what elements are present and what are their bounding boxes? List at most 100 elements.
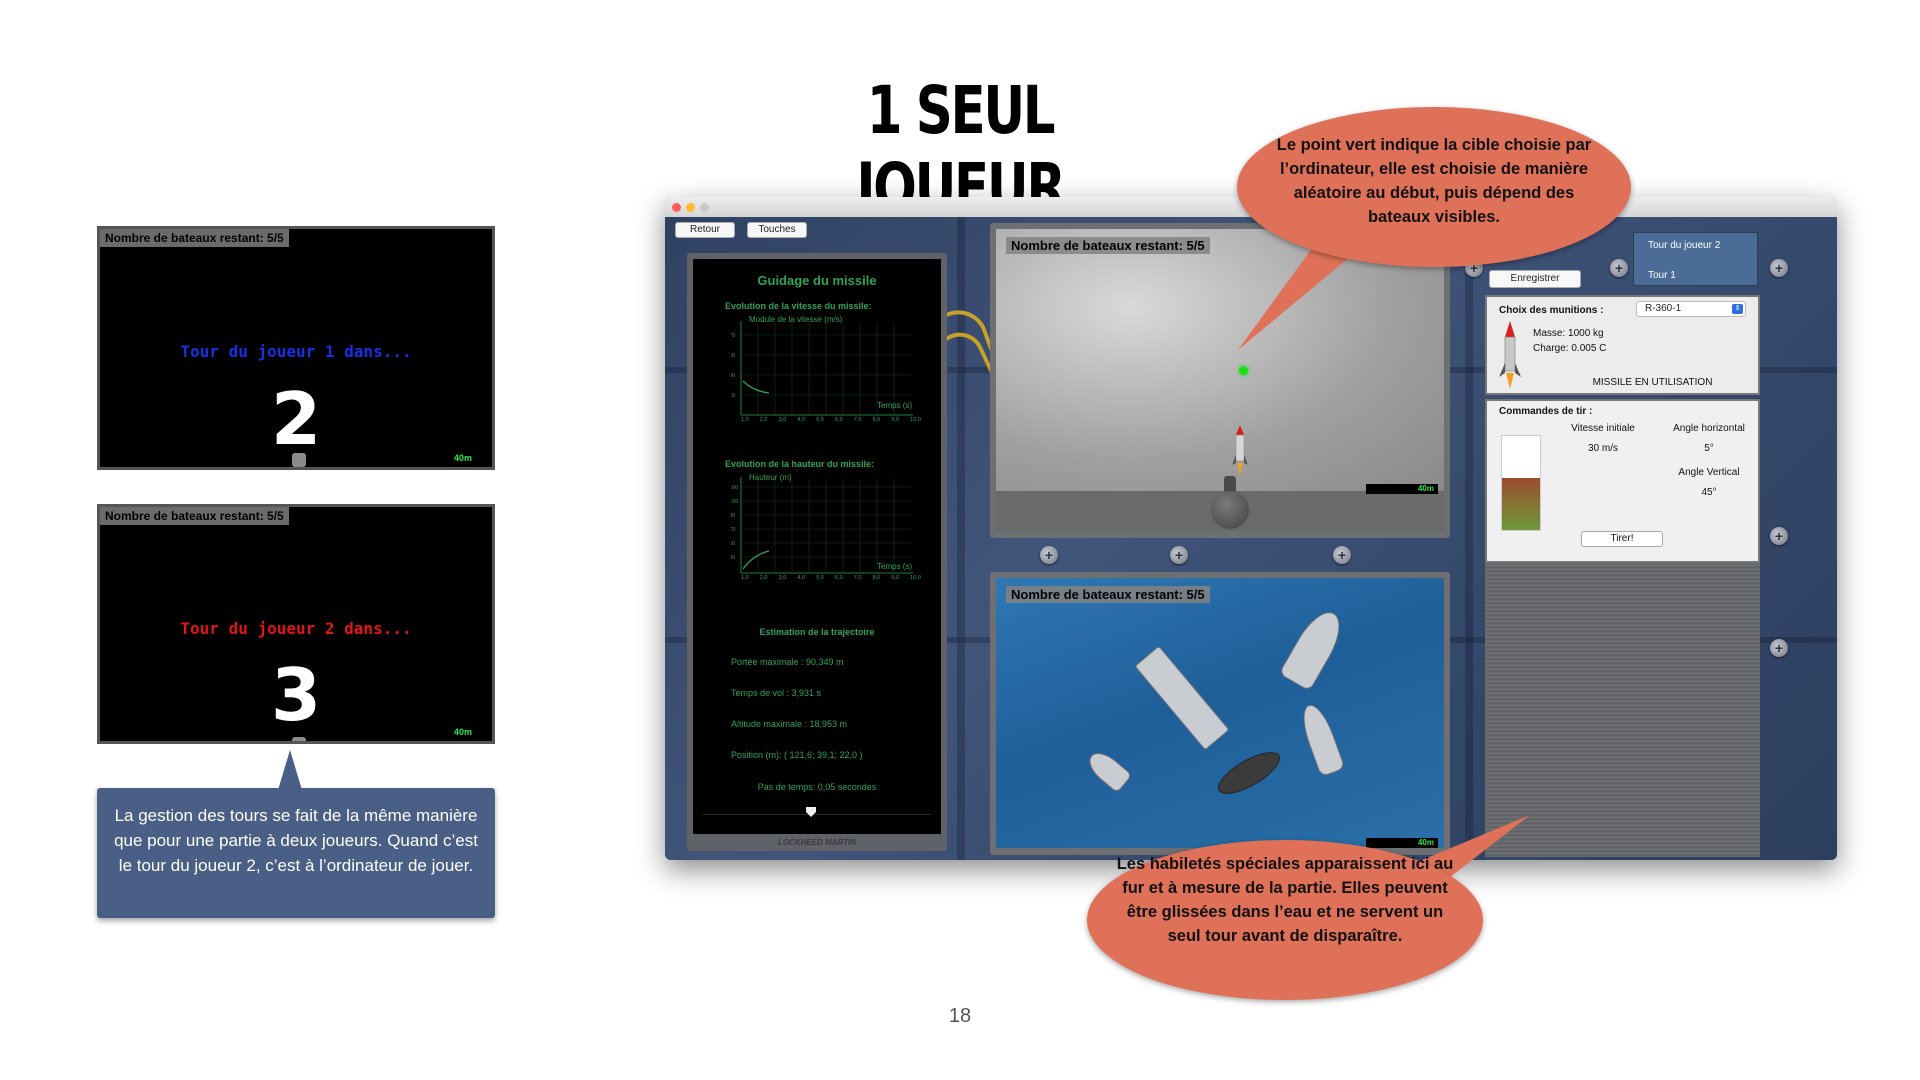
max-range-readout: Portée maximale : 90,349 m: [731, 657, 844, 667]
fire-controls-title: Commandes de tir :: [1499, 406, 1593, 417]
height-axis-label: Hauteur (m): [749, 473, 792, 482]
sky-view[interactable]: Nombre de bateaux restant: 5/5: [996, 229, 1444, 491]
bolt-icon: +: [1040, 546, 1058, 564]
x-tick-label: 6,0: [834, 417, 843, 423]
x-tick-label: 3,0: [778, 417, 787, 423]
flight-time-readout: Temps de vol : 3,931 s: [731, 688, 822, 698]
target-explanation-bubble: Le point vert indique la cible choisie p…: [1237, 107, 1631, 267]
callout-pointer: [278, 750, 302, 790]
x-tick-label: 9,0: [891, 575, 900, 581]
distance-indicator: 40m: [453, 453, 472, 463]
submarine-icon[interactable]: [1212, 744, 1286, 802]
turn-announcement: Tour du joueur 2 dans...: [180, 619, 412, 638]
slide: 1 SEUL JOUEUR Nombre de bateaux restant:…: [0, 0, 1920, 1080]
patrol-boat-icon[interactable]: [1083, 746, 1133, 794]
turn-counter-label: Tour 1: [1648, 270, 1676, 281]
distance-indicator: 40m: [453, 727, 472, 737]
save-button[interactable]: Enregistrer: [1489, 270, 1581, 288]
turret-icon: [1211, 491, 1249, 529]
initial-speed-label: Vitesse initiale: [1571, 423, 1635, 434]
player-sea-board: Nombre de bateaux restant: 5/5 40m: [990, 572, 1450, 855]
time-step-readout: Pas de temps: 0,05 secondes: [757, 782, 877, 792]
guidance-screen: Guidage du missile Evolution de la vites…: [693, 259, 941, 834]
aircraft-carrier-icon[interactable]: [1134, 645, 1230, 751]
bolt-icon: +: [1770, 639, 1788, 657]
time-step-slider-thumb[interactable]: [806, 807, 816, 817]
special-abilities-area[interactable]: [1485, 563, 1760, 857]
destroyer-ship-icon[interactable]: [1296, 700, 1346, 778]
back-button[interactable]: Retour: [675, 222, 735, 238]
ships-remaining-label: Nombre de bateaux restant: 5/5: [1006, 237, 1210, 254]
svg-text:150: 150: [731, 499, 738, 505]
x-tick-label: 1,0: [741, 417, 749, 423]
x-tick-label: 2,0: [759, 417, 768, 423]
time-step-slider-track[interactable]: [703, 814, 931, 815]
missile-guidance-panel: Guidage du missile Evolution de la vites…: [687, 253, 947, 851]
ships-remaining-label: Nombre de bateaux restant: 5/5: [1006, 586, 1210, 603]
initial-speed-value[interactable]: 30 m/s: [1553, 443, 1653, 454]
close-window-button[interactable]: [672, 203, 681, 212]
countdown-number: 3: [270, 653, 322, 737]
zoom-window-button[interactable]: [700, 203, 709, 212]
minimize-window-button[interactable]: [686, 203, 695, 212]
keys-button[interactable]: Touches: [747, 222, 807, 238]
svg-text:30: 30: [731, 555, 735, 561]
turn-announcement: Tour du joueur 1 dans...: [180, 342, 412, 361]
speed-x-ticks: 1,0 2,0 3,0 4,0 5,0 6,0 7,0 8,0 9,0 10,0: [741, 417, 921, 423]
svg-text:50: 50: [731, 541, 735, 547]
power-gauge-fill: [1502, 478, 1540, 530]
position-readout: Position (m): ( 121,6; 39,1; 22,0 ): [731, 750, 863, 760]
speed-graph-title: Evolution de la vitesse du missile:: [725, 301, 872, 311]
svg-text:60: 60: [731, 353, 735, 359]
svg-text:100: 100: [731, 485, 738, 491]
countdown-number: 2: [270, 377, 322, 461]
target-dot-icon: [1239, 366, 1248, 375]
turns-explanation-callout: La gestion des tours se fait de la même …: [97, 788, 495, 918]
height-graph-title: Evolution de la hauteur du missile:: [725, 459, 875, 469]
vertical-angle-value[interactable]: 45°: [1659, 487, 1759, 498]
x-tick-label: 4,0: [797, 417, 806, 423]
current-player-label: Tour du joueur 2: [1648, 240, 1721, 251]
turn-info-box: Tour du joueur 2 Tour 1: [1633, 232, 1758, 286]
chevron-updown-icon: ⇕: [1732, 304, 1743, 314]
svg-text:10: 10: [731, 393, 735, 399]
sea-view[interactable]: Nombre de bateaux restant: 5/5: [996, 578, 1444, 848]
horizontal-angle-value[interactable]: 5°: [1659, 443, 1759, 454]
max-altitude-readout: Altitude maximale : 18,953 m: [731, 719, 848, 729]
bolt-icon: +: [1770, 527, 1788, 545]
ammunition-label: Choix des munitions :: [1499, 305, 1604, 316]
turn-screen-player-1: Nombre de bateaux restant: 5/5 Tour du j…: [97, 226, 495, 470]
bolt-icon: +: [1770, 259, 1788, 277]
x-tick-label: 7,0: [853, 575, 862, 581]
lockheed-logo: LOCKHEED MARTIN: [777, 838, 857, 847]
fire-controls-panel: Commandes de tir : Vitesse initiale 30 m…: [1485, 399, 1760, 563]
ammunition-charge: Charge: 0.005 C: [1533, 343, 1607, 354]
distance-indicator: 40m: [1366, 484, 1438, 494]
speed-axis-label: Module de la vitesse (m/s): [749, 315, 843, 324]
x-tick-label: 7,0: [853, 417, 862, 423]
x-tick-label: 8,0: [872, 575, 881, 581]
cruiser-ship-icon[interactable]: [1278, 604, 1350, 692]
ammunition-select[interactable]: R-360-1 ⇕: [1636, 301, 1746, 317]
power-gauge[interactable]: [1501, 435, 1541, 531]
missile-icon: [1232, 425, 1248, 475]
svg-text:40: 40: [731, 373, 735, 379]
x-tick-label: 1,0: [741, 575, 749, 581]
ammunition-mass: Masse: 1000 kg: [1533, 328, 1604, 339]
vertical-angle-label: Angle Vertical: [1678, 467, 1740, 478]
turret-icon: [292, 737, 306, 741]
x-tick-label: 6,0: [834, 575, 843, 581]
ammunition-panel: Choix des munitions : R-360-1 ⇕ Masse: 1…: [1485, 295, 1760, 395]
trajectory-title: Estimation de la trajectoire: [759, 627, 875, 637]
bolt-icon: +: [1170, 546, 1188, 564]
x-tick-label: 2,0: [759, 575, 768, 581]
turret-icon: [292, 453, 306, 467]
x-tick-label: 8,0: [872, 417, 881, 423]
page-number: 18: [948, 1005, 972, 1027]
fire-button[interactable]: Tirer!: [1581, 531, 1663, 547]
bolt-icon: +: [1610, 259, 1628, 277]
svg-text:70: 70: [731, 527, 735, 533]
bolt-icon: +: [1333, 546, 1351, 564]
turn-screen-player-2: Nombre de bateaux restant: 5/5 Tour du j…: [97, 504, 495, 744]
missile-status: MISSILE EN UTILISATION: [1592, 377, 1713, 388]
